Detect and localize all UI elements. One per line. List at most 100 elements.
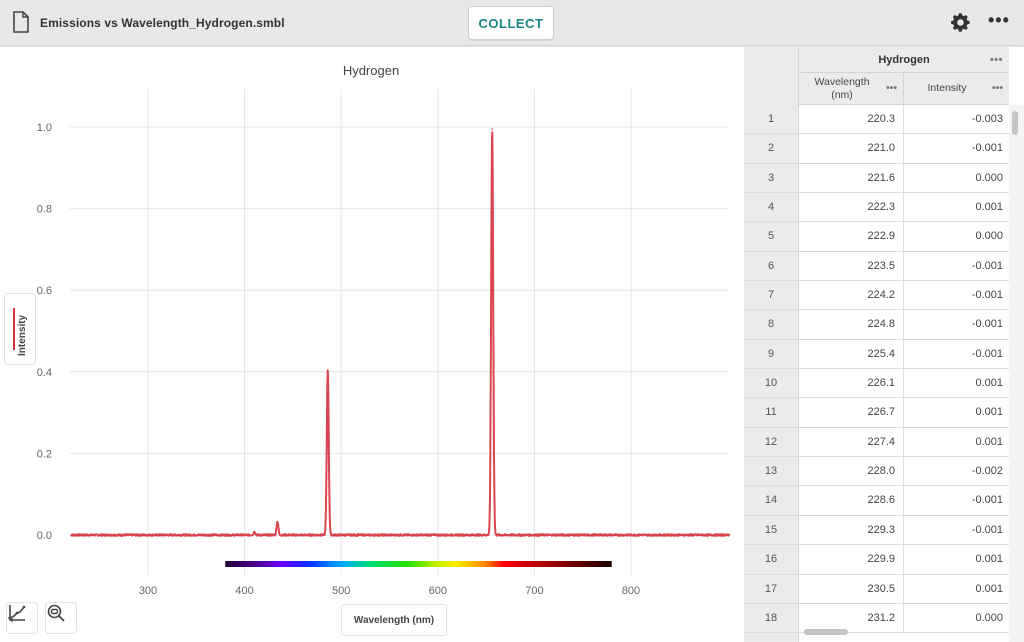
intensity-cell[interactable]: 0.001 — [904, 575, 1009, 603]
intensity-cell[interactable]: -0.001 — [904, 281, 1009, 309]
table-row[interactable]: 12 227.4 0.001 — [744, 427, 1009, 458]
intensity-cell[interactable]: 0.001 — [904, 428, 1009, 456]
intensity-cell[interactable]: 0.000 — [904, 164, 1009, 192]
column-header-intensity[interactable]: Intensity ••• — [904, 73, 1009, 105]
data-table: Hydrogen ••• Wavelength (nm) ••• Intensit… — [744, 47, 1024, 642]
wavelength-cell[interactable]: 229.9 — [799, 545, 904, 574]
table-row[interactable]: 11 226.7 0.001 — [744, 398, 1009, 428]
row-number: 8 — [744, 310, 799, 339]
dataset-header: Hydrogen ••• — [799, 47, 1009, 73]
vertical-scrollbar[interactable] — [1012, 111, 1018, 135]
table-row[interactable]: 2 221.0 -0.001 — [744, 134, 1009, 164]
wavelength-cell[interactable]: 229.3 — [799, 515, 904, 545]
table-row[interactable]: 6 223.5 -0.001 — [744, 251, 1009, 282]
table-row[interactable]: 5 222.9 0.000 — [744, 222, 1009, 252]
wavelength-cell[interactable]: 222.3 — [799, 193, 904, 222]
table-row[interactable]: 4 222.3 0.001 — [744, 193, 1009, 223]
visible-spectrum-bar — [225, 561, 612, 567]
x-tick-label: 500 — [332, 585, 350, 597]
wavelength-cell[interactable]: 224.8 — [799, 310, 904, 339]
column-label: Intensity — [927, 82, 967, 94]
table-row[interactable]: 8 224.8 -0.001 — [744, 310, 1009, 340]
chart-title: Hydrogen — [343, 63, 399, 78]
chart[interactable]: Hydrogen 0.0 0.2 0.4 0.6 0.8 1.0 300 400 500 600… — [0, 47, 744, 642]
x-axis-ticks: 300 400 500 600 700 800 — [139, 585, 640, 597]
x-tick-label: 700 — [525, 585, 543, 597]
horizontal-scrollbar[interactable] — [804, 629, 848, 635]
row-number: 6 — [744, 251, 799, 281]
table-row[interactable]: 10 226.1 0.001 — [744, 369, 1009, 399]
table-row[interactable]: 3 221.6 0.000 — [744, 163, 1009, 194]
wavelength-cell[interactable]: 220.3 — [799, 105, 904, 134]
wavelength-cell[interactable]: 225.4 — [799, 339, 904, 369]
row-number: 9 — [744, 339, 799, 369]
intensity-cell[interactable]: 0.001 — [904, 193, 1009, 221]
wavelength-cell[interactable]: 228.0 — [799, 457, 904, 486]
intensity-cell[interactable]: 0.001 — [904, 369, 1009, 397]
y-tick-label: 0.6 — [37, 285, 52, 297]
intensity-cell[interactable]: -0.001 — [904, 310, 1009, 338]
more-options-button[interactable]: ••• — [988, 10, 1010, 31]
dataset-title: Hydrogen — [878, 54, 930, 66]
wavelength-cell[interactable]: 224.2 — [799, 281, 904, 310]
table-row[interactable]: 16 229.9 0.001 — [744, 545, 1009, 575]
row-number: 16 — [744, 545, 799, 574]
gear-icon[interactable] — [949, 11, 972, 34]
graph-panel: Hydrogen 0.0 0.2 0.4 0.6 0.8 1.0 300 400 500 600… — [0, 47, 744, 642]
graph-options-button[interactable] — [6, 602, 38, 634]
wavelength-cell[interactable]: 221.6 — [799, 163, 904, 193]
table-row[interactable]: 17 230.5 0.001 — [744, 574, 1009, 604]
intensity-cell[interactable]: -0.001 — [904, 134, 1009, 162]
wavelength-cell[interactable]: 228.6 — [799, 486, 904, 515]
intensity-cell[interactable]: -0.003 — [904, 105, 1009, 133]
wavelength-cell[interactable]: 231.2 — [799, 603, 904, 633]
wavelength-cell[interactable]: 226.1 — [799, 369, 904, 398]
document-icon — [13, 11, 29, 33]
x-axis-label-button[interactable]: Wavelength (nm) — [341, 604, 447, 636]
wavelength-cell[interactable]: 221.0 — [799, 134, 904, 163]
table-row[interactable]: 15 229.3 -0.001 — [744, 515, 1009, 546]
wavelength-cell[interactable]: 226.7 — [799, 398, 904, 427]
y-tick-label: 0.2 — [37, 448, 52, 460]
dataset-more-button[interactable]: ••• — [990, 47, 1003, 73]
wavelength-cell[interactable]: 223.5 — [799, 251, 904, 281]
vertical-scrollbar-track[interactable] — [1009, 105, 1024, 642]
table-row[interactable]: 14 228.6 -0.001 — [744, 486, 1009, 516]
intensity-cell[interactable]: 0.000 — [904, 222, 1009, 250]
column-label: Wavelength — [814, 76, 870, 88]
zoom-icon — [47, 604, 65, 622]
zoom-button[interactable] — [45, 602, 77, 634]
column-header-wavelength[interactable]: Wavelength (nm) ••• — [799, 73, 904, 105]
intensity-cell[interactable]: -0.001 — [904, 340, 1009, 368]
data-point-peak — [491, 128, 493, 130]
intensity-cell[interactable]: -0.001 — [904, 252, 1009, 280]
row-number: 4 — [744, 193, 799, 222]
intensity-cell[interactable]: 0.001 — [904, 398, 1009, 426]
table-row[interactable]: 1 220.3 -0.003 — [744, 105, 1009, 135]
wavelength-cell[interactable]: 230.5 — [799, 574, 904, 603]
wavelength-cell[interactable]: 222.9 — [799, 222, 904, 251]
legend-swatch — [13, 308, 15, 350]
legend[interactable]: Intensity — [4, 293, 36, 365]
intensity-cell[interactable]: -0.001 — [904, 486, 1009, 514]
app-window: Emissions vs Wavelength_Hydrogen.smbl CO… — [0, 0, 1024, 642]
table-body: 1 220.3 -0.003 2 221.0 -0.001 3 221.6 0.000 4 222.… — [744, 105, 1009, 634]
collect-button[interactable]: COLLECT — [468, 6, 554, 40]
column-more-button[interactable]: ••• — [886, 82, 897, 94]
x-tick-label: 300 — [139, 585, 157, 597]
table-row[interactable]: 9 225.4 -0.001 — [744, 339, 1009, 370]
column-more-button[interactable]: ••• — [992, 82, 1003, 94]
data-point-peak — [253, 530, 256, 533]
intensity-cell[interactable]: -0.002 — [904, 457, 1009, 485]
table-row[interactable]: 13 228.0 -0.002 — [744, 457, 1009, 487]
wavelength-cell[interactable]: 227.4 — [799, 427, 904, 457]
intensity-cell[interactable]: -0.001 — [904, 516, 1009, 544]
table-row[interactable]: 7 224.2 -0.001 — [744, 281, 1009, 311]
row-number: 14 — [744, 486, 799, 515]
table-row[interactable]: 18 231.2 0.000 — [744, 603, 1009, 634]
intensity-cell[interactable]: 0.000 — [904, 604, 1009, 632]
row-number: 5 — [744, 222, 799, 251]
intensity-cell[interactable]: 0.001 — [904, 545, 1009, 573]
legend-label: Intensity — [17, 314, 28, 356]
y-tick-label: 0.4 — [37, 367, 52, 379]
